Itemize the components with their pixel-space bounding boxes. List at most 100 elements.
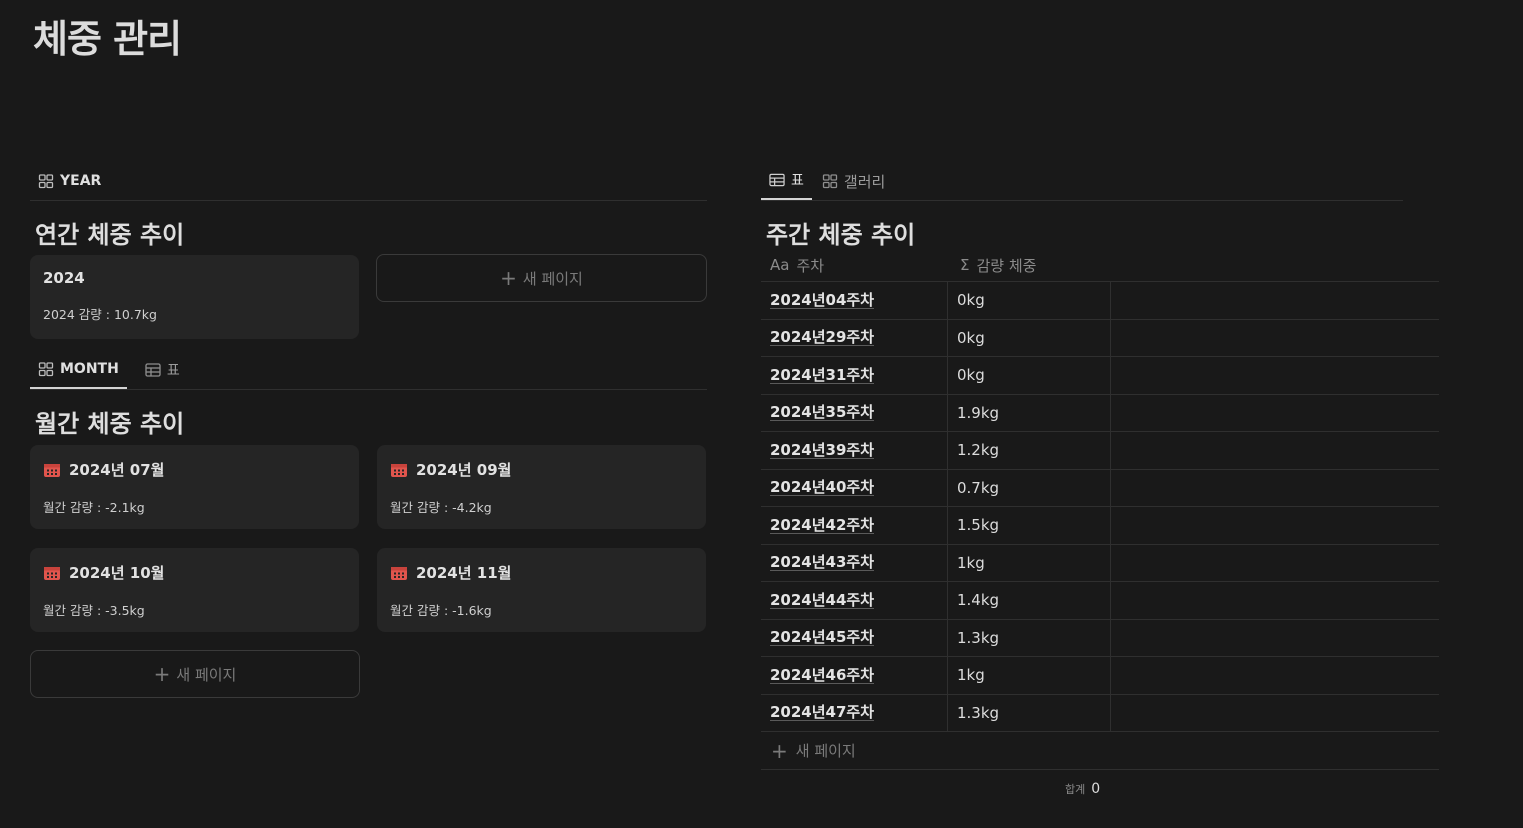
table-row[interactable]: 2024년46주차 1kg xyxy=(761,657,1439,695)
table-row[interactable]: 2024년42주차 1.5kg xyxy=(761,507,1439,545)
year-tabbar: YEAR xyxy=(30,160,707,201)
year-new-page-label: 새 페이지 xyxy=(522,269,583,288)
month-card-title: 2024년 09월 xyxy=(416,461,512,479)
table-icon xyxy=(769,172,785,188)
year-new-page-button[interactable]: + 새 페이지 xyxy=(376,254,707,302)
table-row[interactable]: 2024년39주차 1.2kg xyxy=(761,432,1439,470)
month-card[interactable]: 2024년 10월 월간 감량 : -3.5kg xyxy=(30,548,359,632)
week-cell[interactable]: 2024년40주차 xyxy=(761,469,948,506)
calendar-icon xyxy=(44,463,60,477)
month-new-page-button[interactable]: + 새 페이지 xyxy=(30,650,360,698)
table-row[interactable]: 2024년43주차 1kg xyxy=(761,544,1439,582)
column-header-week[interactable]: Aa 주차 xyxy=(761,255,948,276)
tab-month[interactable]: MONTH xyxy=(30,351,127,389)
right-column: 표 갤러리 주간 체중 추이 Aa 주차 Σ 감량 체중 2024년04주차 0k… xyxy=(761,160,1439,808)
table-icon xyxy=(145,362,161,378)
tab-week-table-label: 표 xyxy=(791,173,804,189)
loss-cell[interactable]: 0kg xyxy=(948,282,1111,319)
plus-icon: + xyxy=(771,738,788,763)
week-cell[interactable]: 2024년47주차 xyxy=(761,694,948,731)
page-title: 체중 관리 xyxy=(33,17,182,61)
loss-cell[interactable]: 1.2kg xyxy=(948,432,1111,469)
column-header-loss[interactable]: Σ 감량 체중 xyxy=(948,255,1036,276)
tab-week-gallery-label: 갤러리 xyxy=(843,172,886,191)
table-new-page-button[interactable]: + 새 페이지 xyxy=(761,732,1439,770)
month-card-title: 2024년 10월 xyxy=(69,564,165,582)
empty-cell xyxy=(1111,320,1439,357)
year-card[interactable]: 2024 2024 감량 : 10.7kg xyxy=(30,255,359,339)
month-tabbar: MONTH 표 xyxy=(30,347,707,390)
week-cell[interactable]: 2024년43주차 xyxy=(761,544,948,581)
month-card-subtitle: 월간 감량 : -4.2kg xyxy=(390,500,492,515)
plus-icon: + xyxy=(153,662,171,686)
month-card-subtitle: 월간 감량 : -3.5kg xyxy=(43,603,145,618)
empty-cell xyxy=(1111,357,1439,394)
empty-cell xyxy=(1111,470,1439,507)
week-cell[interactable]: 2024년29주차 xyxy=(761,319,948,356)
month-card-title: 2024년 11월 xyxy=(416,564,512,582)
table-row[interactable]: 2024년44주차 1.4kg xyxy=(761,582,1439,620)
calendar-icon xyxy=(391,566,407,580)
table-row[interactable]: 2024년47주차 1.3kg xyxy=(761,694,1439,732)
tab-week-table[interactable]: 표 xyxy=(761,162,812,200)
calendar-icon xyxy=(391,463,407,477)
loss-cell[interactable]: 0kg xyxy=(948,319,1111,356)
sum-label: 합계 xyxy=(1065,783,1086,796)
week-cell[interactable]: 2024년46주차 xyxy=(761,657,948,694)
text-property-icon: Aa xyxy=(770,256,790,274)
week-cell[interactable]: 2024년42주차 xyxy=(761,507,948,544)
week-cell[interactable]: 2024년45주차 xyxy=(761,619,948,656)
loss-cell[interactable]: 1.3kg xyxy=(948,619,1111,656)
empty-cell xyxy=(1111,620,1439,657)
year-card-subtitle: 2024 감량 : 10.7kg xyxy=(43,307,157,322)
table-new-page-label: 새 페이지 xyxy=(795,742,856,760)
column-header-loss-label: 감량 체중 xyxy=(976,256,1037,275)
table-body: 2024년04주차 0kg 2024년29주차 0kg 2024년31주차 0kg 2024… xyxy=(761,282,1439,732)
tab-week-gallery[interactable]: 갤러리 xyxy=(814,162,893,200)
table-row[interactable]: 2024년04주차 0kg xyxy=(761,282,1439,320)
tab-year[interactable]: YEAR xyxy=(30,162,109,200)
loss-cell[interactable]: 0kg xyxy=(948,357,1111,394)
loss-cell[interactable]: 1kg xyxy=(948,657,1111,694)
loss-cell[interactable]: 1.4kg xyxy=(948,582,1111,619)
week-cell[interactable]: 2024년44주차 xyxy=(761,582,948,619)
tab-month-table[interactable]: 표 xyxy=(137,351,188,389)
empty-cell xyxy=(1111,545,1439,582)
month-gallery: 2024년 07월 월간 감량 : -2.1kg 2024년 09월 월간 감량… xyxy=(30,438,707,728)
gallery-icon xyxy=(38,173,54,189)
month-card[interactable]: 2024년 09월 월간 감량 : -4.2kg xyxy=(377,445,706,529)
loss-cell[interactable]: 1.3kg xyxy=(948,694,1111,731)
table-row[interactable]: 2024년31주차 0kg xyxy=(761,357,1439,395)
month-card-subtitle: 월간 감량 : -2.1kg xyxy=(43,500,145,515)
table-row[interactable]: 2024년35주차 1.9kg xyxy=(761,394,1439,432)
tab-month-label: MONTH xyxy=(60,361,119,377)
year-gallery: 2024 2024 감량 : 10.7kg + 새 페이지 xyxy=(30,249,707,347)
month-new-page-label: 새 페이지 xyxy=(176,665,237,684)
loss-cell[interactable]: 1kg xyxy=(948,544,1111,581)
empty-cell xyxy=(1111,695,1439,732)
table-row[interactable]: 2024년45주차 1.3kg xyxy=(761,619,1439,657)
sum-value: 0 xyxy=(1091,781,1101,797)
gallery-icon xyxy=(822,173,838,189)
loss-cell[interactable]: 1.5kg xyxy=(948,507,1111,544)
empty-cell xyxy=(1111,282,1439,319)
week-cell[interactable]: 2024년39주차 xyxy=(761,432,948,469)
loss-cell[interactable]: 1.9kg xyxy=(948,394,1111,431)
month-card-title: 2024년 07월 xyxy=(69,461,165,479)
table-row[interactable]: 2024년29주차 0kg xyxy=(761,319,1439,357)
tab-month-table-label: 표 xyxy=(166,363,180,379)
week-cell[interactable]: 2024년35주차 xyxy=(761,394,948,431)
week-table: Aa 주차 Σ 감량 체중 2024년04주차 0kg 2024년29주차 0kg 20… xyxy=(761,249,1439,808)
table-header: Aa 주차 Σ 감량 체중 xyxy=(761,249,1439,282)
month-card[interactable]: 2024년 11월 월간 감량 : -1.6kg xyxy=(377,548,706,632)
sum-row: 합계 0 xyxy=(761,770,1439,808)
week-cell[interactable]: 2024년31주차 xyxy=(761,357,948,394)
gallery-icon xyxy=(38,361,54,377)
month-card[interactable]: 2024년 07월 월간 감량 : -2.1kg xyxy=(30,445,359,529)
table-row[interactable]: 2024년40주차 0.7kg xyxy=(761,469,1439,507)
empty-cell xyxy=(1111,395,1439,432)
empty-cell xyxy=(1111,657,1439,694)
week-cell[interactable]: 2024년04주차 xyxy=(761,282,948,319)
loss-cell[interactable]: 0.7kg xyxy=(948,469,1111,506)
plus-icon: + xyxy=(500,266,517,290)
